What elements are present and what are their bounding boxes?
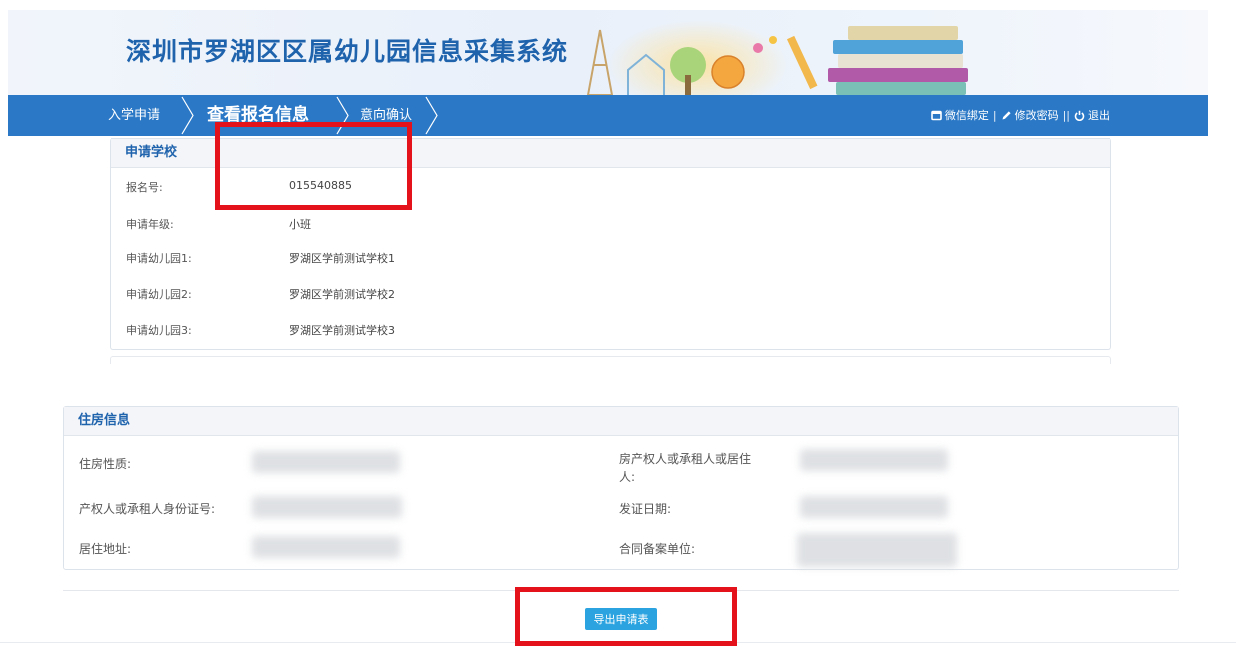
grade-value: 小班 bbox=[289, 218, 311, 231]
redacted-value bbox=[800, 496, 948, 518]
owner-id-label: 产权人或承租人身份证号: bbox=[79, 502, 216, 516]
kindergarten-1-value: 罗湖区学前测试学校1 bbox=[289, 252, 395, 265]
address-label: 居住地址: bbox=[79, 542, 132, 556]
redacted-value bbox=[252, 536, 400, 558]
kindergarten-2-label: 申请幼儿园2: bbox=[126, 288, 192, 301]
change-password-link[interactable]: 修改密码 bbox=[1001, 95, 1059, 136]
grade-label: 申请年级: bbox=[126, 218, 174, 231]
wechat-bind-link[interactable]: 微信绑定 bbox=[931, 95, 989, 136]
issue-date-label: 发证日期: bbox=[619, 502, 672, 516]
chevron-right-icon bbox=[425, 96, 438, 135]
kindergarten-2-value: 罗湖区学前测试学校2 bbox=[289, 288, 395, 301]
change-password-label: 修改密码 bbox=[1014, 109, 1059, 122]
top-navbar: 入学申请 查看报名信息 意向确认 微信绑定 | 修改密码 || 退出 bbox=[8, 95, 1208, 136]
user-links: 微信绑定 | 修改密码 || 退出 bbox=[931, 95, 1110, 136]
housing-panel-title: 住房信息 bbox=[64, 407, 1178, 436]
site-header: 深圳市罗湖区区属幼儿园信息采集系统 bbox=[8, 10, 1208, 95]
annotation-highlight-box bbox=[515, 587, 737, 646]
kindergarten-3-label: 申请幼儿园3: bbox=[126, 324, 192, 337]
square-icon bbox=[931, 110, 942, 121]
logout-link[interactable]: 退出 bbox=[1074, 95, 1110, 136]
link-separator: || bbox=[1062, 109, 1070, 122]
annotation-highlight-box bbox=[215, 122, 412, 210]
collapsed-panel-edge bbox=[110, 356, 1111, 364]
contract-unit-label: 合同备案单位: bbox=[619, 542, 696, 556]
wechat-bind-label: 微信绑定 bbox=[944, 109, 989, 122]
pencil-icon bbox=[1002, 111, 1011, 120]
logout-label: 退出 bbox=[1088, 109, 1110, 122]
chevron-right-icon bbox=[181, 96, 194, 135]
site-title: 深圳市罗湖区区属幼儿园信息采集系统 bbox=[126, 37, 569, 66]
kindergarten-1-label: 申请幼儿园1: bbox=[126, 252, 192, 265]
kindergarten-3-value: 罗湖区学前测试学校3 bbox=[289, 324, 395, 337]
link-separator: | bbox=[992, 109, 997, 122]
owner-name-label-line2: 人: bbox=[619, 470, 636, 484]
banner-illustration bbox=[586, 20, 968, 95]
owner-name-label-line1: 房产权人或承租人或居住 bbox=[619, 452, 752, 466]
power-icon bbox=[1074, 110, 1085, 121]
step-apply[interactable]: 入学申请 bbox=[108, 95, 160, 136]
redacted-value bbox=[252, 496, 402, 518]
redacted-value bbox=[797, 533, 957, 567]
redacted-value bbox=[252, 451, 400, 473]
redacted-value bbox=[800, 449, 948, 471]
housing-type-label: 住房性质: bbox=[79, 457, 132, 471]
housing-panel: 住房信息 住房性质: 产权人或承租人身份证号: 居住地址: 房产权人或承租人或居… bbox=[63, 406, 1179, 570]
registration-no-label: 报名号: bbox=[126, 181, 163, 194]
